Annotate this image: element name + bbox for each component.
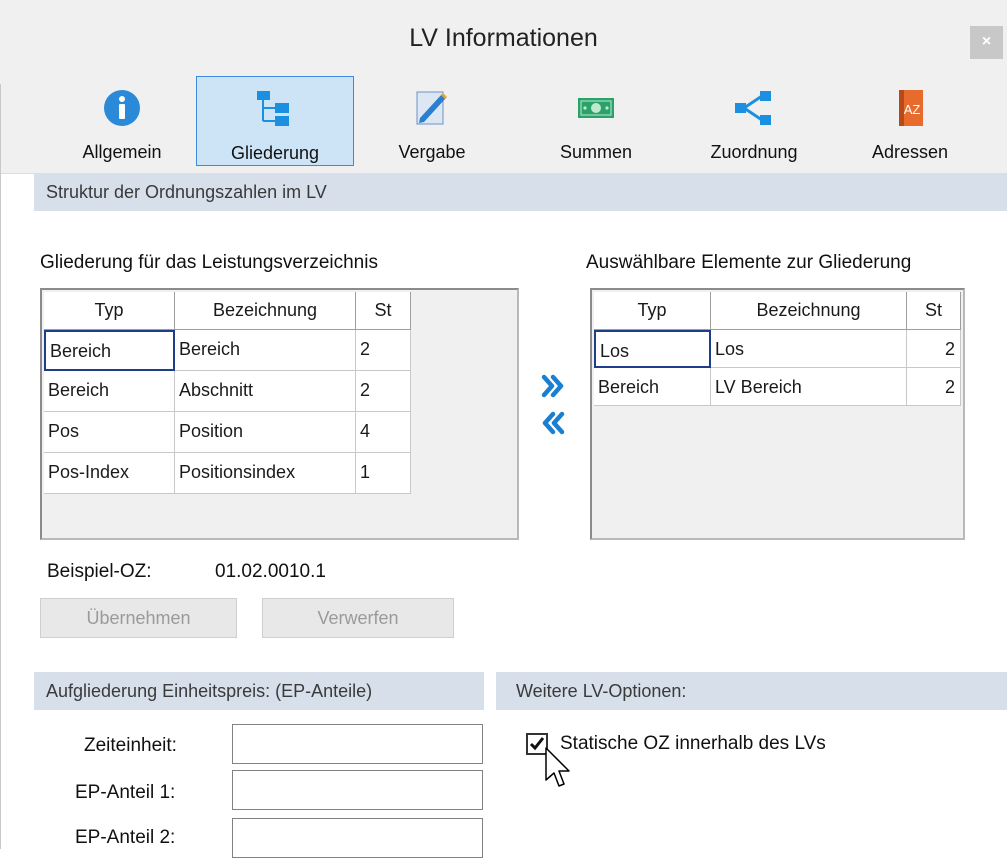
tab-summen[interactable]: Summen — [517, 76, 675, 166]
lv-informationen-dialog: LV Informationen × Allgemein Gliederung … — [0, 0, 1007, 858]
cell-st[interactable]: 2 — [356, 371, 411, 412]
cell-bezeichnung[interactable]: Position — [175, 412, 356, 453]
zeiteinheit-input[interactable] — [232, 724, 483, 764]
hierarchy-icon — [257, 91, 289, 126]
cell-st[interactable]: 4 — [356, 412, 411, 453]
tab-adressen-label: Adressen — [871, 142, 949, 162]
column-header-st[interactable]: St — [907, 292, 961, 330]
left-grid-title: Gliederung für das Leistungsverzeichnis — [40, 252, 378, 273]
column-header-bezeichnung[interactable]: Bezeichnung — [711, 292, 907, 330]
tab-gliederung[interactable]: Gliederung — [196, 76, 354, 166]
column-header-typ[interactable]: Typ — [594, 292, 711, 330]
cell-st[interactable]: 1 — [356, 453, 411, 494]
add-element-button[interactable] — [536, 369, 570, 403]
ep-anteil-1-label: EP-Anteil 1: — [75, 782, 176, 803]
mouse-cursor-icon — [545, 747, 570, 787]
cell-typ[interactable]: Bereich — [594, 368, 711, 406]
apply-button[interactable]: Übernehmen — [40, 598, 237, 638]
cell-st[interactable]: 2 — [907, 330, 961, 368]
tab-summen-label: Summen — [559, 142, 633, 162]
money-icon — [578, 98, 614, 118]
tab-vergabe[interactable]: Vergabe — [353, 76, 511, 166]
cell-st[interactable]: 2 — [907, 368, 961, 406]
cell-bezeichnung[interactable]: Positionsindex — [175, 453, 356, 494]
discard-button[interactable]: Verwerfen — [262, 598, 454, 638]
address-book-icon: AZ — [899, 90, 923, 126]
example-oz-value: 01.02.0010.1 — [215, 561, 326, 582]
tab-vergabe-label: Vergabe — [398, 142, 466, 162]
cell-bezeichnung[interactable]: Abschnitt — [175, 371, 356, 412]
cell-typ[interactable]: Bereich — [44, 330, 175, 371]
example-oz-label: Beispiel-OZ: — [47, 561, 152, 582]
ep-anteil-2-label: EP-Anteil 2: — [75, 827, 176, 848]
column-header-bezeichnung[interactable]: Bezeichnung — [175, 292, 356, 330]
info-icon — [104, 90, 140, 126]
double-chevron-left-icon — [542, 411, 565, 435]
tab-gliederung-label: Gliederung — [230, 143, 320, 163]
options-section-header: Weitere LV-Optionen: — [496, 672, 1007, 710]
remove-element-button[interactable] — [536, 406, 570, 440]
tab-zuordnung-label: Zuordnung — [710, 142, 798, 162]
ep-anteil-2-input[interactable] — [232, 818, 483, 858]
svg-text:AZ: AZ — [904, 102, 921, 117]
zeiteinheit-label: Zeiteinheit: — [84, 735, 177, 756]
gliederung-grid[interactable]: Typ Bezeichnung St Bereich Bereich 2 Ber… — [40, 288, 519, 540]
cell-typ[interactable]: Bereich — [44, 371, 175, 412]
static-oz-label: Statische OZ innerhalb des LVs — [560, 733, 826, 754]
cell-typ[interactable]: Los — [594, 330, 711, 368]
ep-anteil-1-input[interactable] — [232, 770, 483, 810]
cell-bezeichnung[interactable]: Bereich — [175, 330, 356, 371]
right-grid-title: Auswählbare Elemente zur Gliederung — [586, 252, 912, 273]
ep-section-header: Aufgliederung Einheitspreis: (EP-Anteile… — [34, 672, 484, 710]
pencil-notepad-icon — [416, 91, 448, 125]
double-chevron-right-icon — [541, 374, 564, 398]
cell-typ[interactable]: Pos — [44, 412, 175, 453]
tab-allgemein[interactable]: Allgemein — [43, 76, 201, 166]
share-network-icon — [735, 91, 771, 125]
column-header-typ[interactable]: Typ — [44, 292, 175, 330]
cell-st[interactable]: 2 — [356, 330, 411, 371]
available-elements-grid[interactable]: Typ Bezeichnung St Los Los 2 Bereich LV … — [590, 288, 965, 540]
tab-allgemein-label: Allgemein — [82, 142, 162, 162]
cell-bezeichnung[interactable]: Los — [711, 330, 907, 368]
close-button[interactable]: × — [970, 26, 1003, 59]
window-title: LV Informationen — [409, 24, 598, 52]
column-header-st[interactable]: St — [356, 292, 411, 330]
tab-zuordnung[interactable]: Zuordnung — [675, 76, 833, 166]
cell-typ[interactable]: Pos-Index — [44, 453, 175, 494]
tab-adressen[interactable]: AZ Adressen — [831, 76, 989, 166]
toolbar: Allgemein Gliederung Vergabe Summen Zuor… — [1, 72, 1007, 174]
structure-section-header: Struktur der Ordnungszahlen im LV — [34, 173, 1007, 211]
cell-bezeichnung[interactable]: LV Bereich — [711, 368, 907, 406]
